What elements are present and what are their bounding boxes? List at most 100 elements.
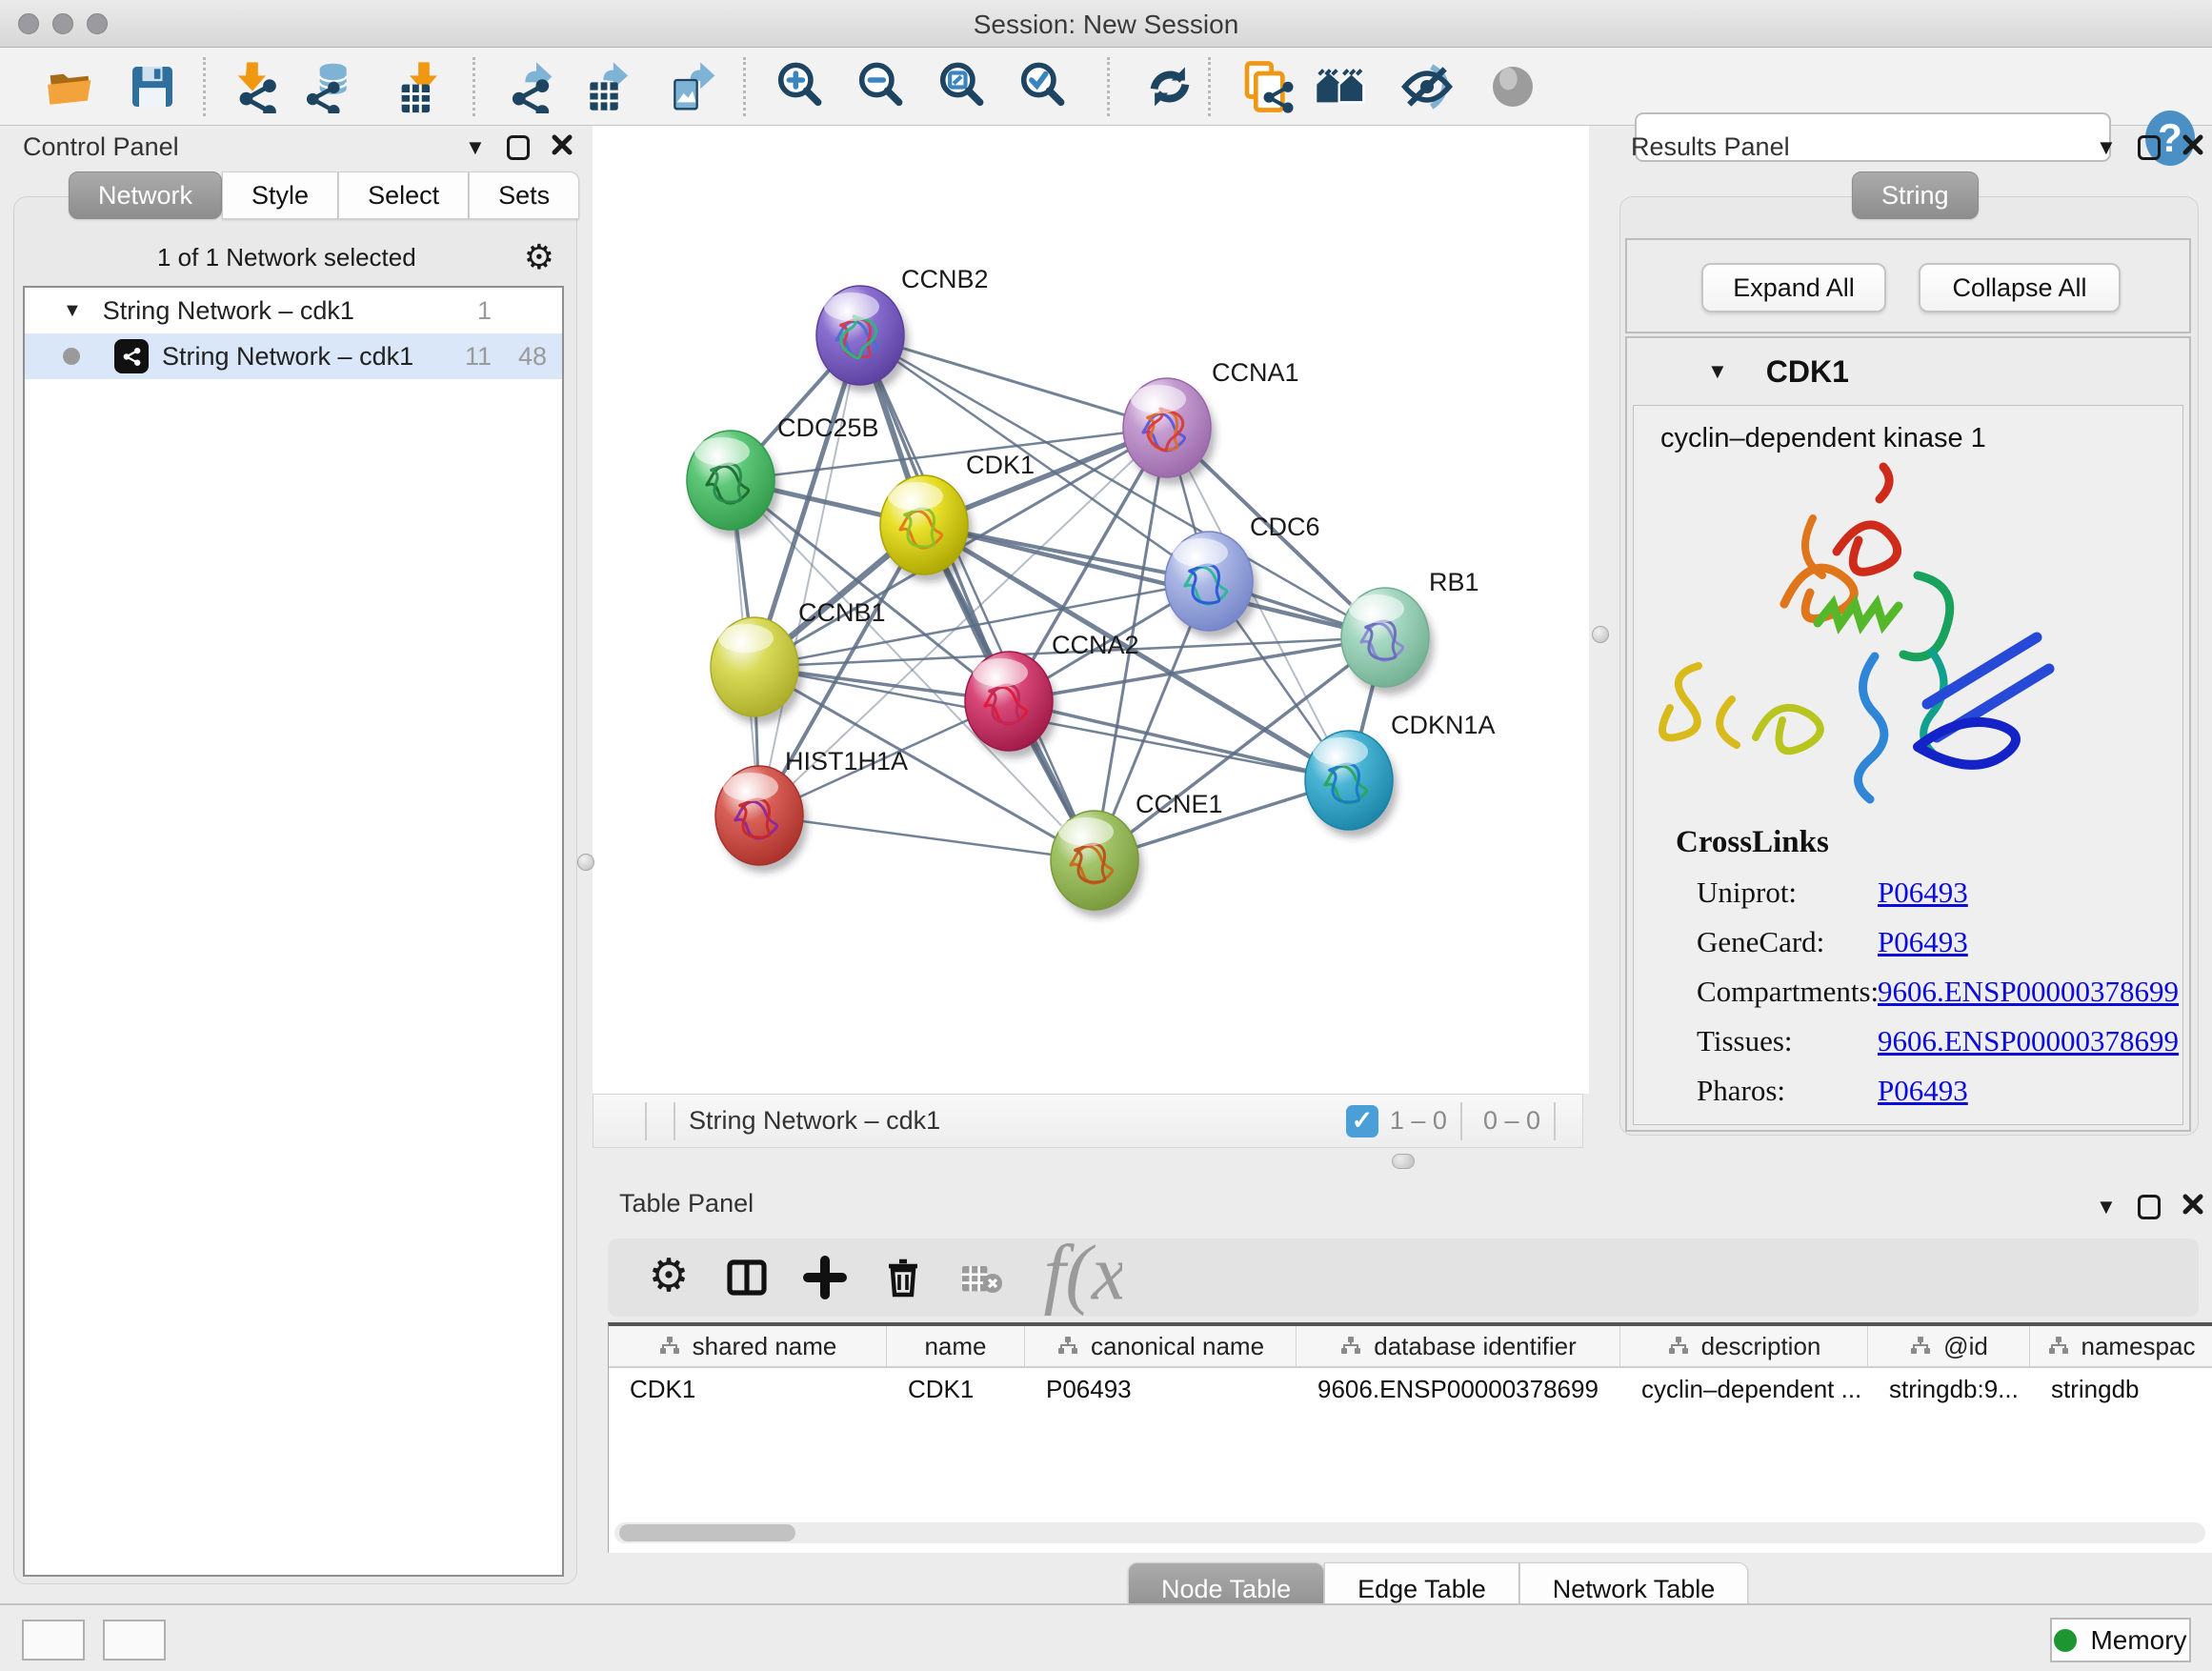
table-row[interactable]: CDK1CDK1P064939606.ENSP00000378699cyclin… xyxy=(609,1368,2212,1410)
main-toolbar: ? xyxy=(0,48,2212,126)
tree-item[interactable]: String Network – cdk11148 xyxy=(25,333,562,379)
tab-sets[interactable]: Sets xyxy=(469,171,579,219)
export-network-icon[interactable] xyxy=(501,58,558,115)
network-node-CDC25B[interactable] xyxy=(687,431,779,537)
crosslink-link[interactable]: P06493 xyxy=(1878,925,1968,959)
clone-network-icon[interactable] xyxy=(1238,58,1296,115)
collapse-all-button[interactable]: Collapse All xyxy=(1919,263,2121,312)
column-header--id[interactable]: @id xyxy=(1868,1326,2030,1366)
gene-description: cyclin–dependent kinase 1 xyxy=(1660,423,1986,454)
eye-disabled-icon[interactable] xyxy=(1484,58,1541,115)
table-panel-title: Table Panel xyxy=(619,1189,754,1218)
tree-item-label: String Network – cdk1 xyxy=(162,342,434,372)
network-node-CDC6[interactable] xyxy=(1165,532,1257,638)
node-count: 11 xyxy=(434,342,492,372)
svg-text:⚙: ⚙ xyxy=(648,1255,689,1300)
delete-column-icon[interactable] xyxy=(880,1255,926,1300)
zoom-in-icon[interactable] xyxy=(772,58,829,115)
panel-collapse-icon[interactable]: ▼ xyxy=(465,137,486,158)
crosslink-link[interactable]: 9606.ENSP00000378699 xyxy=(1878,975,2179,1009)
cloud-status-button[interactable] xyxy=(22,1620,85,1661)
table-splitter-handle[interactable] xyxy=(1392,1154,1415,1169)
import-table-icon[interactable] xyxy=(389,58,446,115)
expander-icon[interactable]: ▼ xyxy=(63,300,82,322)
network-selection-bar: 1 of 1 Network selected ⚙ xyxy=(23,234,564,280)
panel-float-icon[interactable] xyxy=(2138,135,2161,160)
panel-collapse-icon[interactable]: ▼ xyxy=(2096,1197,2117,1218)
show-home-icon[interactable] xyxy=(1313,58,1370,115)
tree-item[interactable]: ▼String Network – cdk11 xyxy=(25,288,562,333)
import-database-icon[interactable] xyxy=(300,58,357,115)
cell-shared-name: CDK1 xyxy=(609,1368,887,1410)
column-header-description[interactable]: description xyxy=(1620,1326,1868,1366)
export-table-icon[interactable] xyxy=(579,58,636,115)
panel-float-icon[interactable] xyxy=(507,135,530,160)
network-view[interactable]: CCNB2CCNA1CDC25BCDK1CDC6RB1CCNB1CCNA2CDK… xyxy=(593,126,1589,1094)
tab-string[interactable]: String xyxy=(1852,171,1979,219)
zoom-selected-icon[interactable] xyxy=(1015,58,1072,115)
scrollbar-thumb[interactable] xyxy=(619,1524,795,1541)
horizontal-scrollbar[interactable] xyxy=(614,1522,2205,1543)
panel-close-icon[interactable] xyxy=(551,133,573,161)
delete-table-icon xyxy=(958,1255,1004,1300)
node-label-HIST1H1A: HIST1H1A xyxy=(785,747,908,775)
crosslink-link[interactable]: P06493 xyxy=(1878,876,1968,910)
open-session-icon[interactable] xyxy=(43,58,100,115)
network-node-CDKN1A[interactable] xyxy=(1305,731,1398,837)
table-settings-gear-icon[interactable]: ⚙ xyxy=(646,1255,692,1300)
export-image-icon[interactable] xyxy=(664,58,721,115)
table-toolbar: ⚙ f(x) xyxy=(608,1238,2199,1317)
column-header-canonical-name[interactable]: canonical name xyxy=(1025,1326,1297,1366)
refresh-layout-icon[interactable] xyxy=(1141,58,1198,115)
left-splitter-handle[interactable] xyxy=(577,854,594,871)
tab-network[interactable]: Network xyxy=(69,171,222,219)
memory-button[interactable]: Memory xyxy=(2050,1618,2191,1662)
column-header-namespac[interactable]: namespac xyxy=(2030,1326,2212,1366)
zoom-out-icon[interactable] xyxy=(853,58,910,115)
cell-namespac: stringdb xyxy=(2030,1368,2212,1410)
network-node-CCNA2[interactable] xyxy=(965,652,1057,758)
memory-label: Memory xyxy=(2090,1625,2186,1656)
add-column-icon[interactable] xyxy=(802,1255,848,1300)
show-columns-icon[interactable] xyxy=(724,1255,770,1300)
column-header-database-identifier[interactable]: database identifier xyxy=(1297,1326,1620,1366)
hide-panels-icon[interactable] xyxy=(1398,58,1456,115)
right-splitter-handle[interactable] xyxy=(1592,626,1609,643)
hidden-count: 0 – 0 xyxy=(1483,1106,1540,1136)
node-label-CCNB1: CCNB1 xyxy=(798,598,886,627)
crosslink-link[interactable]: 9606.ENSP00000378699 xyxy=(1878,1024,2179,1058)
zoom-fit-icon[interactable] xyxy=(934,58,991,115)
tree-item-label: String Network – cdk1 xyxy=(103,296,434,326)
table-panel-controls: ▼ xyxy=(2096,1193,2204,1220)
current-network-dot xyxy=(63,348,80,365)
network-node-CCNA1[interactable] xyxy=(1123,378,1216,485)
import-network-icon[interactable] xyxy=(224,58,281,115)
svg-text:f(x): f(x) xyxy=(1044,1235,1123,1317)
crosslink-label: Uniprot: xyxy=(1697,876,1878,910)
panel-float-icon[interactable] xyxy=(2138,1195,2161,1219)
column-header-name[interactable]: name xyxy=(887,1326,1025,1366)
network-node-CCNB2[interactable] xyxy=(816,286,909,393)
network-options-gear-icon[interactable]: ⚙ xyxy=(524,240,554,274)
node-label-CDKN1A: CDKN1A xyxy=(1391,711,1496,739)
network-node-CCNE1[interactable] xyxy=(1051,811,1143,917)
column-header-shared-name[interactable]: shared name xyxy=(609,1326,887,1366)
tab-select[interactable]: Select xyxy=(338,171,469,219)
expand-all-button[interactable]: Expand All xyxy=(1701,263,1886,312)
panel-close-icon[interactable] xyxy=(2182,1193,2204,1220)
results-panel-title: Results Panel xyxy=(1631,132,1790,162)
node-label-CCNA2: CCNA2 xyxy=(1052,631,1139,659)
network-node-CDK1[interactable] xyxy=(880,475,973,582)
network-node-CCNB1[interactable] xyxy=(711,617,803,724)
tab-style[interactable]: Style xyxy=(222,171,338,219)
warning-status-button[interactable] xyxy=(103,1620,166,1661)
network-node-RB1[interactable] xyxy=(1341,588,1434,695)
panel-close-icon[interactable] xyxy=(2182,133,2204,161)
gene-expander-icon[interactable]: ▼ xyxy=(1707,361,1728,382)
results-panel-controls: ▼ xyxy=(2096,133,2204,161)
control-panel-controls: ▼ xyxy=(465,133,573,161)
crosslink-link[interactable]: P06493 xyxy=(1878,1074,1968,1108)
save-session-icon[interactable] xyxy=(124,58,181,115)
selected-checkbox[interactable]: ✓ xyxy=(1346,1105,1378,1137)
panel-collapse-icon[interactable]: ▼ xyxy=(2096,137,2117,158)
